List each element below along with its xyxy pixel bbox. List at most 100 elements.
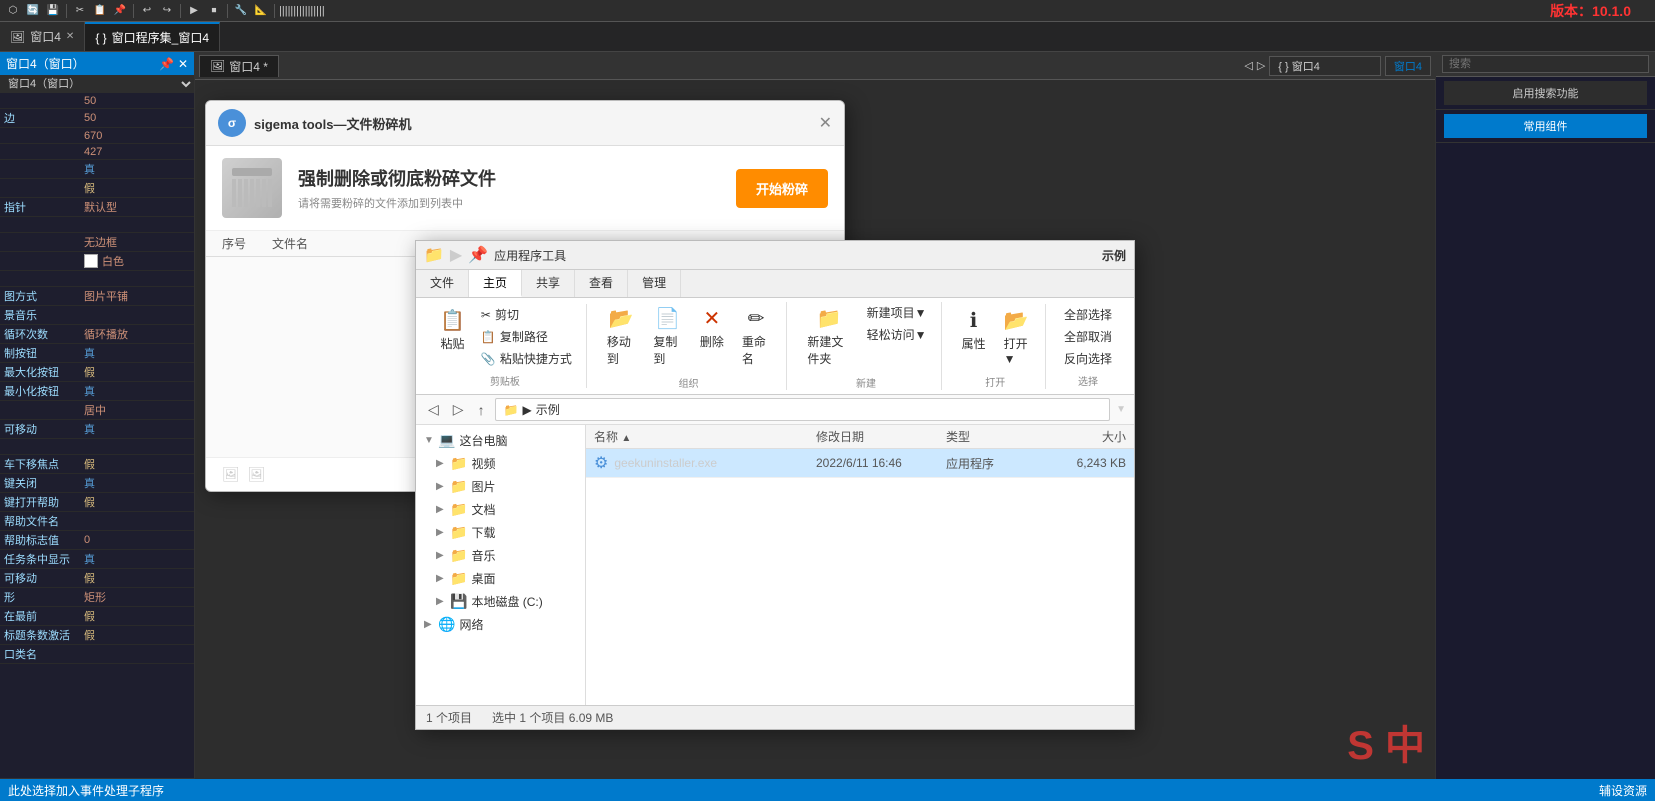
fe-col-date: 修改日期 — [816, 428, 946, 445]
sigma-footer-left: 🖼 🖼 — [222, 466, 266, 483]
editor-toolbar: 🖼 窗口4 * ◁ ▷ { } 窗口4 窗口4 — [195, 52, 1435, 80]
prop-row: 循环次数循环播放 — [0, 325, 194, 344]
fe-new-folder-btn[interactable]: 📁 新建文件夹 — [799, 302, 858, 371]
sigma-start-button[interactable]: 开始粉碎 — [736, 169, 828, 208]
fe-rename-btn[interactable]: ✏ 重命名 — [734, 302, 779, 371]
prop-row: 可移动真 — [0, 420, 194, 439]
toolbar-icon-6[interactable]: 📐 — [252, 2, 270, 20]
sigma-header: 强制删除或彻底粉碎文件 请将需要粉碎的文件添加到列表中 开始粉碎 — [206, 146, 844, 231]
fe-tree-video[interactable]: ▶ 📁 视频 — [416, 452, 585, 475]
sigma-header-text: 强制删除或彻底粉碎文件 请将需要粉碎的文件添加到列表中 — [298, 165, 720, 211]
fe-file-row[interactable]: ⚙ geekuninstaller.exe 2022/6/11 16:46 应用… — [586, 449, 1134, 478]
fe-invert-select-btn[interactable]: 反向选择 — [1058, 348, 1118, 369]
editor-tab-1[interactable]: 🖼 窗口4 * — [199, 55, 279, 77]
fe-tree-downloads[interactable]: ▶ 📁 下载 — [416, 521, 585, 544]
fe-copy-to-btn[interactable]: 📄 复制到 — [645, 302, 690, 371]
top-toolbar: ⬡ 🔄 💾 ✂ 📋 📌 ↩ ↪ ▶ ⏹ 🔧 📐 ||||||||||||||||… — [0, 0, 1655, 22]
search-input[interactable] — [1442, 55, 1649, 73]
toolbar-icon-copy[interactable]: 📋 — [91, 2, 109, 20]
fe-tree-network[interactable]: ▶ 🌐 网络 — [416, 613, 585, 636]
fe-tree-desktop[interactable]: ▶ 📁 桌面 — [416, 567, 585, 590]
window-label[interactable]: 窗口4 — [1385, 56, 1431, 76]
fe-open-btn[interactable]: 📂 打开▼ — [996, 304, 1037, 370]
sep2 — [133, 4, 134, 18]
bottom-left-text: 此处选择加入事件处理子程序 — [8, 782, 164, 799]
fe-tab-manage[interactable]: 管理 — [628, 270, 681, 297]
fe-back-btn[interactable]: ◁ — [424, 400, 443, 419]
sigma-close-button[interactable]: ✕ — [819, 113, 832, 133]
fe-paste-btn[interactable]: 📋 粘贴 — [432, 304, 473, 356]
toolbar-icon-run[interactable]: ▶ — [185, 2, 203, 20]
close-left-icon[interactable]: ✕ — [178, 57, 188, 71]
prop-row — [0, 217, 194, 233]
left-panel-select[interactable]: 窗口4（窗口） — [0, 75, 194, 93]
fe-new-item-btn[interactable]: 新建项目▼ — [861, 302, 933, 323]
fe-tab-share[interactable]: 共享 — [522, 270, 575, 297]
col-filename: 文件名 — [272, 235, 308, 252]
editor-canvas: σ sigema tools—文件粉碎机 ✕ — [195, 80, 1435, 801]
prop-row: 制按钮真 — [0, 344, 194, 363]
fe-tab-home[interactable]: 主页 — [469, 270, 522, 297]
toolbar-icon-stop[interactable]: ⏹ — [205, 2, 223, 20]
fe-tree-music[interactable]: ▶ 📁 音乐 — [416, 544, 585, 567]
fe-deselect-all-btn[interactable]: 全部取消 — [1058, 326, 1118, 347]
editor-addr-box[interactable]: { } 窗口4 — [1269, 56, 1381, 76]
fe-list-header: 名称 ▲ 修改日期 类型 大小 — [586, 425, 1134, 449]
tab-icon: 🖼 — [10, 30, 25, 44]
fe-easy-access-btn[interactable]: 轻松访问▼ — [861, 324, 933, 345]
fe-up-btn[interactable]: ↑ — [474, 401, 489, 419]
center-area: 🖼 窗口4 * ◁ ▷ { } 窗口4 窗口4 σ — [195, 52, 1435, 801]
wps-logo: S 中 — [1347, 713, 1425, 771]
pin-icon[interactable]: 📌 — [159, 57, 174, 71]
prop-row: 帮助文件名 — [0, 512, 194, 531]
fe-tree-this-pc[interactable]: ▼ 💻 这台电脑 — [416, 429, 585, 452]
toolbar-icon-1[interactable]: ⬡ — [4, 2, 22, 20]
fe-tab-view[interactable]: 查看 — [575, 270, 628, 297]
prop-row: 居中 — [0, 401, 194, 420]
fe-move-to-btn[interactable]: 📂 移动到 — [599, 302, 644, 371]
fe-open-label: 打开 — [985, 374, 1005, 389]
fe-folder-icon: 📁 — [424, 245, 444, 265]
left-panel-title: 窗口4（窗口） — [6, 55, 85, 72]
fe-properties-btn[interactable]: ℹ 属性 — [954, 304, 994, 356]
bottom-right-text: 辅设资源 — [1599, 782, 1647, 799]
nav-back[interactable]: ◁ — [1244, 59, 1252, 72]
enable-search-button[interactable]: 启用搜索功能 — [1444, 81, 1647, 105]
fe-address-box[interactable]: 📁 ▶ 示例 — [495, 398, 1111, 421]
fe-copy-path-btn[interactable]: 📋复制路径 — [475, 326, 578, 347]
tab-window4[interactable]: 🖼 窗口4 ✕ — [0, 22, 85, 51]
toolbar-icon-redo[interactable]: ↪ — [158, 2, 176, 20]
toolbar-icon-5[interactable]: 🔧 — [232, 2, 250, 20]
fe-tab-file[interactable]: 文件 — [416, 270, 469, 297]
common-components-button[interactable]: 常用组件 — [1444, 114, 1647, 138]
fe-delete-btn[interactable]: ✕ 删除 — [692, 302, 732, 354]
fe-tree-local-disk[interactable]: ▶ 💾 本地磁盘 (C:) — [416, 590, 585, 613]
toolbar-icon-2[interactable]: 🔄 — [24, 2, 42, 20]
toolbar-icon-3[interactable]: 💾 — [44, 2, 62, 20]
toolbar-icon-undo[interactable]: ↩ — [138, 2, 156, 20]
fe-ribbon-tabs: 文件 主页 共享 查看 管理 — [416, 270, 1134, 298]
nav-fwd[interactable]: ▷ — [1257, 59, 1265, 72]
tab-program-set[interactable]: { } 窗口程序集_窗口4 — [85, 22, 220, 51]
prop-row — [0, 271, 194, 287]
toolbar-icon-paste[interactable]: 📌 — [111, 2, 129, 20]
version-label: 版本：10.1.0 — [1550, 1, 1631, 21]
toolbar-icon-cut[interactable]: ✂ — [71, 2, 89, 20]
prop-row: 最大化按钮假 — [0, 363, 194, 382]
prop-row: 车下移焦点假 — [0, 455, 194, 474]
tab-close-1[interactable]: ✕ — [66, 31, 74, 42]
fe-cut-btn[interactable]: ✂剪切 — [475, 304, 578, 325]
fe-addr-separator: ▶ — [523, 403, 532, 417]
sigma-title-text: sigema tools—文件粉碎机 — [254, 114, 411, 133]
fe-paste-shortcut-btn[interactable]: 📎粘贴快捷方式 — [475, 348, 578, 369]
fe-clipboard-col: ✂剪切 📋复制路径 📎粘贴快捷方式 — [475, 304, 578, 369]
fe-tree-docs[interactable]: ▶ 📁 文档 — [416, 498, 585, 521]
prop-row: 帮助标志值0 — [0, 531, 194, 550]
fe-select-all-btn[interactable]: 全部选择 — [1058, 304, 1118, 325]
fe-sort-icon: ▼ — [1116, 404, 1126, 415]
tab-bar: 🖼 窗口4 ✕ { } 窗口程序集_窗口4 — [0, 22, 1655, 52]
fe-forward-btn[interactable]: ▷ — [449, 400, 468, 419]
prop-row: 可移动假 — [0, 569, 194, 588]
fe-tree-pictures[interactable]: ▶ 📁 图片 — [416, 475, 585, 498]
fe-select-label: 选择 — [1078, 373, 1098, 388]
